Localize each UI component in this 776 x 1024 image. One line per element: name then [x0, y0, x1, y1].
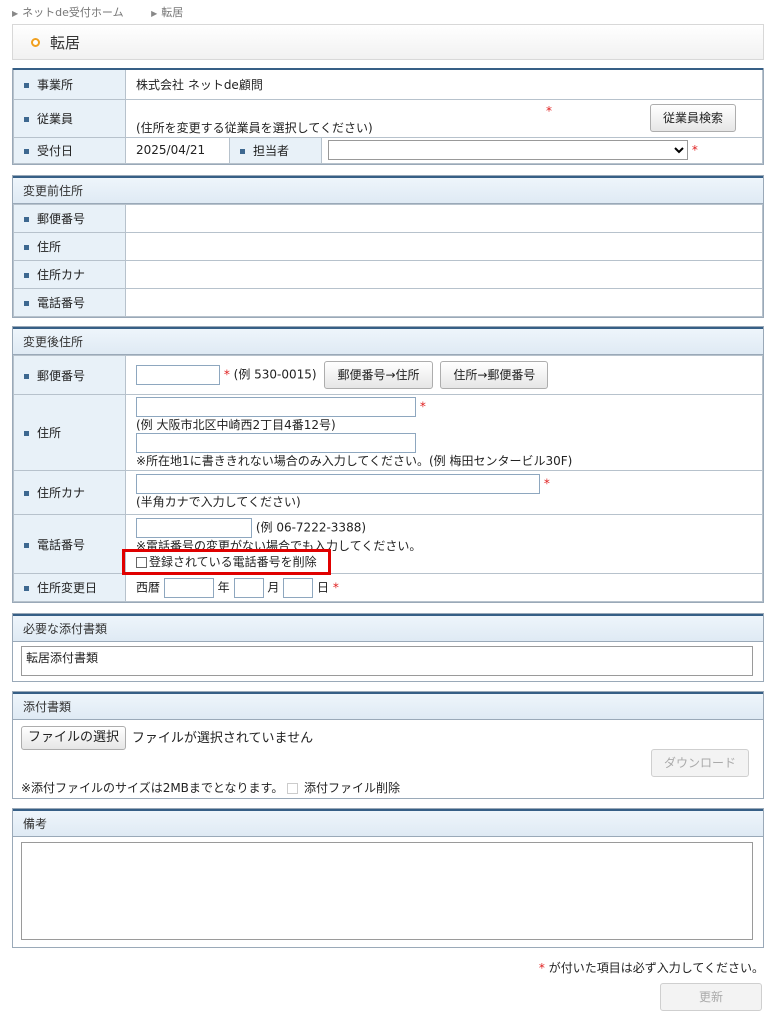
- circle-bullet-icon: [31, 37, 40, 47]
- breadcrumb: ▶ ネットde受付ホーム ▶ 転居: [12, 4, 207, 20]
- no-file-text: ファイルが選択されていません: [131, 730, 314, 746]
- page-title-text: 転居: [50, 33, 81, 52]
- before-phone-label: 電話番号: [13, 288, 126, 317]
- basic-info-section: 事業所 株式会社 ネットde顧問 従業員 (住所を変更する従業員を選択してくださ…: [12, 68, 764, 165]
- square-bullet-icon: [24, 586, 29, 591]
- remarks-header: 備考: [13, 809, 763, 837]
- after-date-cell: 西暦 年 月 日 *: [125, 573, 763, 602]
- postal-code-input[interactable]: [136, 365, 220, 385]
- breadcrumb-item-home[interactable]: ▶ ネットde受付ホーム: [12, 6, 136, 19]
- after-address-label: 住所: [13, 394, 126, 471]
- month-input[interactable]: [233, 577, 264, 598]
- attachments-section: 添付書類 ファイルの選択 ファイルが選択されていません ダウンロード ※添付ファ…: [12, 691, 764, 799]
- file-chooser: ファイルの選択 ファイルが選択されていません: [21, 726, 313, 750]
- address-example: (例 大阪市北区中崎西2丁目4番12号): [136, 417, 336, 432]
- address-to-postal-button[interactable]: 住所→郵便番号: [440, 361, 549, 389]
- required-mark: *: [546, 103, 552, 118]
- remarks-section: 備考: [12, 808, 764, 948]
- address1-input[interactable]: [136, 396, 416, 417]
- address2-input[interactable]: [136, 432, 416, 453]
- required-note: * が付いた項目は必ず入力してください。: [538, 961, 764, 975]
- before-postal-label: 郵便番号: [13, 204, 126, 233]
- year-input[interactable]: [163, 577, 214, 598]
- breadcrumb-item-current: ▶ 転居: [151, 6, 184, 19]
- address-note: ※所在地1に書ききれない場合のみ入力してください。(例 梅田センタービル30F): [136, 453, 573, 468]
- after-address-header: 変更後住所: [13, 327, 763, 355]
- phone-example: (例 06-7222-3388): [255, 520, 367, 535]
- chevron-right-icon: ▶: [12, 9, 19, 18]
- attachment-delete-checkbox[interactable]: [287, 783, 299, 794]
- required-docs-textarea[interactable]: 転居添付書類: [21, 646, 753, 676]
- kana-note: (半角カナで入力してください): [136, 495, 301, 509]
- square-bullet-icon: [24, 217, 29, 222]
- required-mark: *: [419, 399, 426, 413]
- square-bullet-icon: [24, 431, 29, 436]
- required-mark: *: [543, 476, 550, 491]
- required-mark: *: [691, 143, 698, 157]
- square-bullet-icon: [24, 491, 29, 496]
- required-mark: *: [538, 961, 545, 975]
- after-address-cell: * (例 大阪市北区中崎西2丁目4番12号) ※所在地1に書ききれない場合のみ入…: [125, 394, 763, 471]
- after-kana-cell: * (半角カナで入力してください): [125, 470, 763, 515]
- square-bullet-icon: [24, 542, 29, 548]
- employee-label: 従業員: [13, 98, 126, 138]
- before-address-value: [125, 232, 763, 261]
- employee-search-button[interactable]: 従業員検索: [650, 103, 737, 132]
- after-kana-label: 住所カナ: [13, 470, 126, 515]
- square-bullet-icon: [24, 373, 29, 379]
- remarks-textarea[interactable]: [21, 842, 753, 940]
- after-postal-label: 郵便番号: [13, 355, 126, 395]
- attachment-delete-label[interactable]: 添付ファイル削除: [304, 781, 400, 795]
- before-address-label: 住所: [13, 232, 126, 261]
- postal-to-address-button[interactable]: 郵便番号→住所: [324, 361, 433, 389]
- staff-select[interactable]: [328, 140, 688, 160]
- update-button[interactable]: 更新: [660, 983, 762, 1011]
- after-phone-label: 電話番号: [13, 514, 126, 574]
- attachment-note-row: ※添付ファイルのサイズは2MBまでとなります。 添付ファイル削除: [21, 779, 400, 796]
- attachments-header: 添付書類: [13, 692, 763, 720]
- received-date-label: 受付日: [13, 136, 126, 164]
- after-date-label: 住所変更日: [13, 573, 126, 602]
- square-bullet-icon: [24, 116, 29, 122]
- before-phone-value: [125, 288, 763, 317]
- page-title: 転居: [12, 24, 764, 60]
- address-kana-input[interactable]: [136, 474, 540, 494]
- chevron-right-icon: ▶: [151, 9, 158, 18]
- square-bullet-icon: [240, 148, 245, 154]
- required-docs-header: 必要な添付書類: [13, 614, 763, 642]
- office-value: 株式会社 ネットde顧問: [125, 68, 763, 100]
- before-postal-value: [125, 204, 763, 233]
- square-bullet-icon: [24, 273, 29, 278]
- required-mark: *: [223, 367, 230, 382]
- highlight-box: [122, 549, 331, 575]
- after-postal-cell: * (例 530-0015) 郵便番号→住所 住所→郵便番号: [125, 355, 763, 395]
- size-note: ※添付ファイルのサイズは2MBまでとなります。: [21, 781, 284, 795]
- choose-file-button[interactable]: ファイルの選択: [21, 726, 127, 750]
- staff-label: 担当者: [229, 136, 322, 164]
- square-bullet-icon: [24, 82, 29, 88]
- before-address-header: 変更前住所: [13, 176, 763, 204]
- before-address-section: 変更前住所 郵便番号 住所 住所カナ 電話番号: [12, 175, 764, 318]
- employee-cell: (住所を変更する従業員を選択してください) * 従業員検索: [125, 98, 763, 138]
- required-docs-section: 必要な添付書類 転居添付書類: [12, 613, 764, 682]
- phone-input[interactable]: [136, 518, 252, 538]
- postal-example: (例 530-0015): [233, 367, 317, 382]
- square-bullet-icon: [24, 148, 29, 154]
- download-button[interactable]: ダウンロード: [650, 749, 749, 777]
- employee-note: (住所を変更する従業員を選択してください): [136, 120, 373, 135]
- staff-cell: *: [321, 136, 763, 164]
- square-bullet-icon: [24, 301, 29, 306]
- square-bullet-icon: [24, 245, 29, 250]
- before-kana-value: [125, 260, 763, 289]
- before-kana-label: 住所カナ: [13, 260, 126, 289]
- office-label: 事業所: [13, 68, 126, 100]
- day-input[interactable]: [283, 577, 314, 598]
- required-mark: *: [332, 580, 339, 594]
- received-date-value: 2025/04/21: [125, 136, 230, 164]
